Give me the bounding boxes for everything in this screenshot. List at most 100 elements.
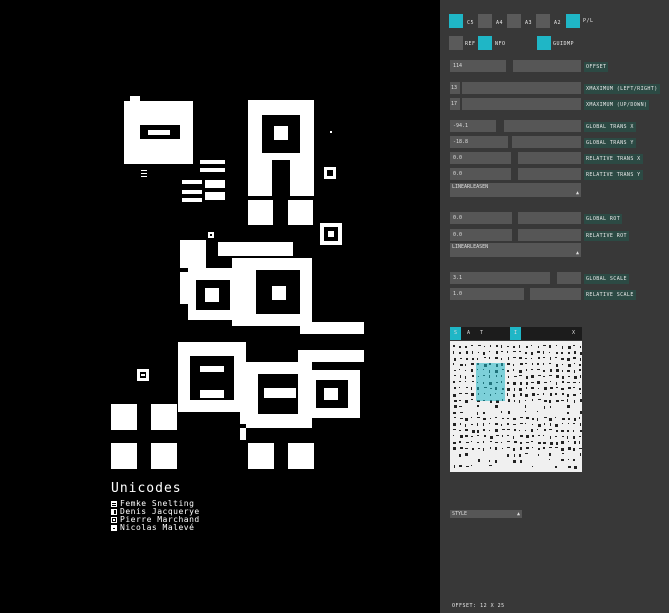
glyph-cell[interactable] (579, 364, 581, 366)
glyph-cell[interactable] (562, 393, 564, 395)
glyph-cell[interactable] (532, 447, 533, 448)
glyph-cell[interactable] (484, 346, 485, 347)
glyph-cell[interactable] (519, 345, 520, 348)
glyph-cell[interactable] (579, 382, 580, 383)
glyph-cell[interactable] (562, 423, 563, 424)
glyph-cell[interactable] (573, 448, 575, 451)
glyph-cell[interactable] (573, 357, 576, 359)
glyph-cell[interactable] (472, 381, 474, 382)
glyph-cell[interactable] (471, 441, 472, 442)
glyph-cell[interactable] (507, 388, 510, 391)
glyph-cell[interactable] (537, 418, 538, 421)
glyph-cell[interactable] (465, 400, 468, 403)
glyph-cell[interactable] (477, 412, 478, 415)
glyph-cell[interactable] (495, 405, 498, 408)
glyph-cell[interactable] (483, 448, 484, 451)
format-button-pl[interactable] (566, 14, 580, 28)
glyph-cell[interactable] (526, 387, 527, 389)
glyph-cell[interactable] (483, 423, 484, 426)
relative-rot-slider[interactable] (518, 229, 581, 241)
glyph-cell[interactable] (453, 435, 454, 436)
glyph-cell[interactable] (513, 357, 516, 358)
relative-rot-field[interactable]: 0.0 (450, 229, 512, 241)
ymaximum-field[interactable]: 17 (450, 98, 460, 110)
glyph-cell[interactable] (526, 447, 529, 449)
glyph-cell[interactable] (555, 424, 558, 427)
glyph-cell[interactable] (514, 400, 515, 402)
glyph-cell[interactable] (549, 352, 550, 353)
glyph-cell[interactable] (489, 357, 490, 359)
glyph-cell[interactable] (520, 393, 522, 396)
relative-trans-x-field[interactable]: 0.0 (450, 152, 511, 164)
glyph-cell[interactable] (580, 453, 581, 456)
glyph-cell[interactable] (531, 441, 533, 442)
glyph-cell[interactable] (556, 430, 558, 432)
glyph-cell[interactable] (459, 441, 461, 443)
glyph-cell[interactable] (550, 357, 551, 360)
glyph-cell[interactable] (568, 352, 570, 354)
glyph-cell[interactable] (514, 429, 516, 431)
glyph-cell[interactable] (556, 382, 557, 385)
glyph-cell[interactable] (574, 376, 577, 379)
glyph-cell[interactable] (525, 430, 526, 431)
glyph-cell[interactable] (550, 393, 552, 396)
glyph-cell[interactable] (466, 466, 469, 467)
glyph-cell[interactable] (501, 442, 502, 443)
glyph-cell[interactable] (568, 423, 569, 424)
glyph-cell[interactable] (573, 382, 576, 383)
glyph-cell[interactable] (544, 429, 546, 431)
glyph-cell[interactable] (580, 375, 581, 378)
glyph-cell[interactable] (465, 418, 468, 421)
glyph-cell[interactable] (520, 417, 523, 418)
glyph-cell[interactable] (471, 387, 472, 390)
glyph-cell[interactable] (525, 352, 527, 354)
glyph-cell[interactable] (573, 436, 575, 439)
glyph-cell[interactable] (507, 370, 509, 372)
glyph-cell[interactable] (574, 351, 576, 354)
glyph-cell[interactable] (465, 381, 466, 382)
glyph-cell[interactable] (483, 441, 484, 443)
glyph-cell[interactable] (520, 442, 522, 444)
glyph-cell[interactable] (471, 393, 474, 396)
palette-tab-x[interactable]: X (568, 327, 579, 340)
xmaximum-slider[interactable] (462, 82, 581, 94)
glyph-cell[interactable] (490, 345, 491, 347)
glyph-cell[interactable] (501, 424, 502, 426)
glyph-cell[interactable] (453, 442, 456, 444)
glyph-cell[interactable] (508, 376, 509, 378)
glyph-cell[interactable] (477, 442, 479, 443)
glyph-cell[interactable] (544, 400, 547, 402)
glyph-cell[interactable] (525, 363, 527, 364)
glyph-cell[interactable] (454, 465, 455, 468)
glyph-cell[interactable] (561, 430, 564, 432)
format-button-c5[interactable] (449, 14, 463, 28)
glyph-cell[interactable] (453, 363, 454, 365)
glyph-cell[interactable] (579, 436, 581, 437)
glyph-cell[interactable] (556, 442, 558, 445)
glyph-cell[interactable] (526, 442, 529, 443)
glyph-cell[interactable] (549, 429, 552, 430)
glyph-cell[interactable] (519, 400, 520, 403)
glyph-cell[interactable] (454, 417, 456, 418)
glyph-cell[interactable] (465, 370, 466, 371)
glyph-cell[interactable] (568, 346, 571, 349)
rot-easing-select[interactable]: LINEARLEASEN ▲ (450, 243, 581, 257)
glyph-cell[interactable] (460, 435, 463, 438)
glyph-cell[interactable] (573, 430, 574, 432)
glyph-cell[interactable] (489, 423, 490, 424)
glyph-cell[interactable] (550, 381, 551, 382)
glyph-cell[interactable] (477, 358, 478, 360)
glyph-cell[interactable] (465, 376, 466, 379)
glyph-palette-svg[interactable] (450, 341, 582, 472)
glyph-cell[interactable] (513, 448, 515, 451)
format-button-a3[interactable] (507, 14, 521, 28)
glyph-cell[interactable] (514, 441, 517, 443)
glyph-cell[interactable] (568, 466, 571, 468)
glyph-cell[interactable] (460, 418, 463, 419)
glyph-cell[interactable] (513, 394, 515, 397)
glyph-cell[interactable] (537, 394, 539, 395)
glyph-cell[interactable] (465, 393, 468, 394)
glyph-cell[interactable] (549, 375, 552, 376)
glyph-cell[interactable] (520, 435, 523, 437)
glyph-cell[interactable] (543, 393, 544, 395)
